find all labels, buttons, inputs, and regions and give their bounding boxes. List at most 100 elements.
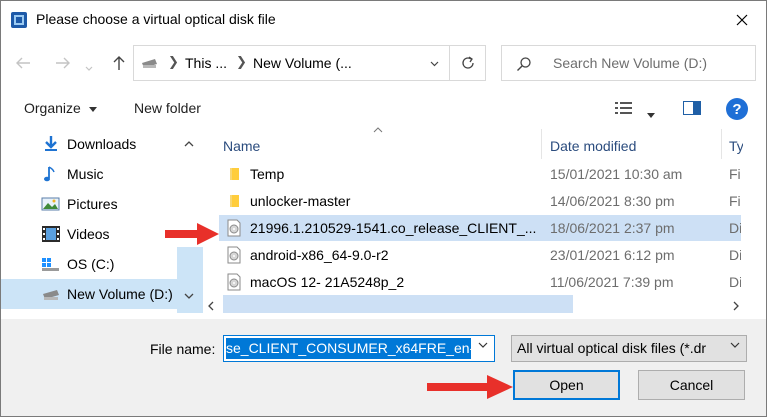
folder-icon (230, 195, 239, 207)
file-type: Disc (729, 274, 741, 290)
file-date: 23/01/2021 6:12 pm (550, 247, 675, 263)
back-arrow-icon (16, 57, 30, 69)
chevron-down-icon[interactable] (478, 342, 488, 349)
title-bar: Please choose a virtual optical disk fil… (1, 1, 766, 39)
back-button[interactable] (9, 49, 37, 77)
address-bar[interactable]: ❯ This ... ❯ New Volume (... (133, 45, 486, 81)
breadcrumb-separator: ❯ (168, 54, 179, 69)
file-row-android-x86[interactable]: android-x86_64-9.0-r2 23/01/2021 6:12 pm… (219, 242, 741, 268)
file-date: 15/01/2021 10:30 am (550, 166, 683, 182)
hscroll-left-button[interactable] (207, 298, 214, 314)
column-divider (541, 129, 542, 159)
filter-value: All virtual optical disk files (*.dr (517, 340, 707, 356)
chevron-left-icon (208, 301, 214, 311)
nav-item-new-volume[interactable]: New Volume (D:) (1, 279, 177, 309)
nav-scroll-up[interactable] (184, 134, 194, 150)
open-button[interactable]: Open (513, 370, 620, 400)
drive-icon (142, 59, 157, 68)
breadcrumb-new-volume[interactable]: New Volume (... (253, 55, 352, 71)
film-strip-icon (42, 226, 60, 242)
file-open-dialog: Please choose a virtual optical disk fil… (0, 0, 767, 417)
details-view-icon (615, 102, 632, 114)
file-type: File (729, 193, 741, 209)
search-box[interactable]: Search New Volume (D:) (501, 45, 756, 81)
breadcrumb-this-pc[interactable]: This ... (185, 55, 227, 71)
file-name: Temp (250, 166, 285, 182)
organize-button[interactable]: Organize (24, 100, 97, 116)
file-type-filter-select[interactable]: All virtual optical disk files (*.dr (511, 335, 747, 362)
search-placeholder: Search New Volume (D:) (553, 55, 708, 71)
nav-label: Downloads (67, 136, 137, 152)
nav-item-os-c[interactable]: OS (C:) (1, 249, 176, 279)
recent-locations-button[interactable] (85, 59, 93, 75)
chevron-down-icon[interactable] (430, 61, 439, 67)
hscroll-thumb[interactable] (223, 295, 573, 313)
forward-button[interactable] (49, 49, 77, 77)
chevron-up-icon (184, 141, 194, 147)
cancel-button[interactable]: Cancel (638, 370, 745, 400)
column-header-name[interactable]: Name (223, 138, 260, 154)
chevron-down-icon (184, 293, 194, 299)
nav-label: Videos (67, 226, 110, 242)
close-icon (736, 14, 747, 26)
folder-icon (230, 168, 239, 180)
file-date: 14/06/2021 8:30 pm (550, 193, 675, 209)
file-row-unlocker-master[interactable]: unlocker-master 14/06/2021 8:30 pm File (219, 188, 741, 214)
close-button[interactable] (717, 1, 766, 39)
pictures-icon (41, 197, 60, 211)
filename-value: se_CLIENT_CONSUMER_x64FRE_en-us (226, 338, 471, 359)
forward-arrow-icon (56, 57, 70, 69)
nav-label: Music (67, 166, 104, 182)
sort-ascending-icon (373, 127, 383, 133)
column-header-type[interactable]: Typ (729, 138, 743, 154)
file-date: 11/06/2021 7:39 pm (550, 274, 674, 290)
file-date: 18/06/2021 2:37 pm (550, 220, 675, 236)
nav-label: OS (C:) (67, 256, 115, 272)
nav-item-downloads[interactable]: Downloads (1, 129, 176, 159)
disc-image-icon (227, 273, 241, 291)
download-arrow-icon (45, 136, 57, 151)
column-header-date-modified[interactable]: Date modified (550, 138, 636, 154)
music-note-icon (44, 166, 55, 182)
breadcrumb-separator: ❯ (236, 54, 247, 69)
file-row-macos-12[interactable]: macOS 12- 21A5248p_2 11/06/2021 7:39 pm … (219, 269, 741, 295)
up-arrow-icon (113, 56, 125, 70)
filename-input[interactable]: se_CLIENT_CONSUMER_x64FRE_en-us (223, 335, 495, 362)
file-type: File (729, 166, 741, 182)
nav-label: New Volume (D:) (67, 286, 173, 302)
nav-label: Pictures (67, 196, 118, 212)
refresh-icon (462, 56, 474, 69)
nav-item-pictures[interactable]: Pictures (1, 189, 176, 219)
column-divider (721, 129, 722, 159)
organize-label: Organize (24, 100, 81, 116)
help-button[interactable]: ? (726, 98, 748, 120)
view-dropdown-button[interactable] (647, 105, 655, 121)
nav-scroll-down[interactable] (184, 287, 194, 303)
file-type: Disc (729, 247, 741, 263)
new-folder-button[interactable]: New folder (134, 100, 201, 116)
filename-label: File name: (150, 341, 216, 357)
red-arrow-annotation-icon (427, 375, 513, 399)
hscroll-right-button[interactable] (733, 298, 740, 314)
dialog-footer (1, 319, 766, 416)
window-title: Please choose a virtual optical disk fil… (36, 11, 276, 27)
file-row-temp[interactable]: Temp 15/01/2021 10:30 am File (219, 161, 741, 187)
refresh-button[interactable] (449, 45, 486, 81)
virtualbox-icon (11, 12, 27, 28)
nav-item-videos[interactable]: Videos (1, 219, 176, 249)
caret-down-icon (647, 113, 655, 118)
preview-pane-button[interactable] (683, 101, 701, 118)
windows-drive-icon (42, 258, 59, 271)
file-name: macOS 12- 21A5248p_2 (250, 274, 405, 290)
view-options-button[interactable] (615, 101, 635, 118)
file-type: Disc (729, 220, 741, 236)
chevron-down-icon (85, 66, 93, 71)
disc-image-icon (227, 246, 241, 264)
chevron-down-icon (730, 342, 740, 348)
chevron-right-icon (733, 301, 739, 311)
caret-down-icon (88, 106, 97, 112)
nav-item-music[interactable]: Music (1, 159, 176, 189)
up-button[interactable] (105, 49, 133, 77)
red-arrow-annotation-icon (165, 223, 219, 245)
file-row-21996-iso[interactable]: 21996.1.210529-1541.co_release_CLIENT_..… (219, 215, 741, 241)
